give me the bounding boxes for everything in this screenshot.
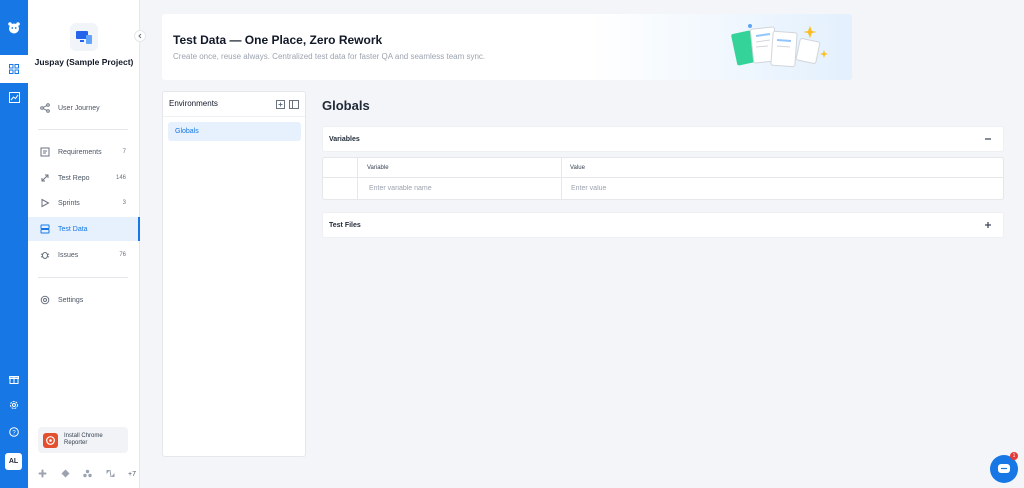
sidebar-item-label: Sprints xyxy=(58,199,80,207)
integrations-bar: +7 xyxy=(38,468,136,480)
add-environment-button[interactable] xyxy=(275,99,285,109)
project-logo-icon xyxy=(70,23,98,51)
sidebar-item-count: 3 xyxy=(122,200,126,206)
toggle-panel-button[interactable] xyxy=(289,99,299,109)
variables-table: Variable Value xyxy=(322,157,1004,200)
sidebar-item-label: Issues xyxy=(58,251,79,259)
app-logo-icon[interactable] xyxy=(0,0,28,55)
column-divider xyxy=(357,158,358,199)
gift-icon[interactable] xyxy=(0,366,28,392)
dashboard-icon[interactable] xyxy=(0,55,28,83)
settings-gear-icon[interactable] xyxy=(0,392,28,418)
environments-header: Environments xyxy=(163,92,305,117)
sidebar-item-count: 146 xyxy=(115,175,126,181)
chrome-extension-icon xyxy=(43,432,58,448)
test-data-illustration-icon xyxy=(731,24,828,68)
expand-test-files-button[interactable] xyxy=(982,219,994,231)
sidebar-divider xyxy=(38,129,128,130)
sprints-icon xyxy=(40,198,50,208)
environments-title: Environments xyxy=(169,99,218,108)
zendesk-icon[interactable] xyxy=(106,465,115,483)
sidebar-item-count: 76 xyxy=(119,252,126,258)
add-box-icon xyxy=(275,99,285,109)
sidebar-item-label: Test Repo xyxy=(58,174,90,182)
test-files-section-header[interactable]: Test Files xyxy=(322,212,1004,238)
sidebar-item-label: Requirements xyxy=(58,148,102,156)
analytics-icon[interactable] xyxy=(0,84,28,110)
install-chrome-reporter-button[interactable]: Install Chrome Reporter xyxy=(38,427,128,453)
sidebar-item-label: Settings xyxy=(58,296,84,304)
environments-panel: Environments Globals xyxy=(162,91,306,457)
panel-layout-icon xyxy=(289,99,299,109)
variable-value-input[interactable] xyxy=(571,185,991,192)
jira-icon[interactable] xyxy=(61,465,70,483)
sidebar-item-settings[interactable]: Settings xyxy=(28,288,140,312)
banner-subtitle: Create once, reuse always. Centralized t… xyxy=(173,52,486,61)
sidebar-item-sprints[interactable]: Sprints 3 xyxy=(28,191,140,215)
column-divider xyxy=(561,158,562,199)
install-chrome-reporter-label: Install Chrome Reporter xyxy=(64,433,103,448)
issues-bug-icon xyxy=(40,250,50,260)
column-header-value: Value xyxy=(570,165,585,171)
sidebar-divider xyxy=(38,277,128,278)
requirements-icon xyxy=(40,147,50,157)
slack-icon[interactable] xyxy=(38,465,47,483)
sidebar-item-requirements[interactable]: Requirements 7 xyxy=(28,140,140,164)
sidebar-item-test-data[interactable]: Test Data xyxy=(28,217,140,241)
banner-title: Test Data — One Place, Zero Rework xyxy=(173,33,383,47)
app-rail: ? AL xyxy=(0,0,28,488)
project-sidebar: Juspay (Sample Project) User Journey Req… xyxy=(28,0,140,488)
sidebar-item-user-journey[interactable]: User Journey xyxy=(28,96,140,120)
sidebar-item-label: Test Data xyxy=(58,225,88,233)
sidebar-item-issues[interactable]: Issues 76 xyxy=(28,243,140,267)
page-title: Globals xyxy=(322,98,370,113)
user-avatar[interactable]: AL xyxy=(5,453,22,470)
info-banner: Test Data — One Place, Zero Rework Creat… xyxy=(162,14,852,80)
chevron-left-icon xyxy=(138,33,142,39)
user-journey-icon xyxy=(40,103,50,113)
more-integrations-button[interactable]: +7 xyxy=(128,471,136,478)
install-line-2: Reporter xyxy=(64,440,88,446)
settings-icon xyxy=(40,295,50,305)
column-header-variable: Variable xyxy=(367,165,389,171)
plus-icon xyxy=(985,222,991,228)
test-repo-icon xyxy=(40,173,50,183)
sidebar-item-count: 7 xyxy=(122,149,126,155)
collapse-variables-button[interactable] xyxy=(982,133,994,145)
asana-icon[interactable] xyxy=(83,465,92,483)
test-files-section-title: Test Files xyxy=(329,222,361,229)
help-icon[interactable]: ? xyxy=(0,419,28,445)
variables-section-title: Variables xyxy=(329,136,360,143)
environment-item-globals[interactable]: Globals xyxy=(168,122,301,141)
minus-icon xyxy=(985,138,991,140)
collapse-sidebar-button[interactable] xyxy=(134,30,146,42)
test-data-icon xyxy=(40,224,50,234)
variable-name-input[interactable] xyxy=(369,185,549,192)
install-line-1: Install Chrome xyxy=(64,432,103,439)
sidebar-item-label: User Journey xyxy=(58,104,100,112)
variables-section-header[interactable]: Variables xyxy=(322,126,1004,152)
table-header-row xyxy=(323,158,1003,178)
chat-notification-badge: 1 xyxy=(1010,452,1018,460)
project-name: Juspay (Sample Project) xyxy=(34,57,134,67)
chat-icon xyxy=(998,464,1010,473)
sidebar-item-test-repo[interactable]: Test Repo 146 xyxy=(28,166,140,190)
